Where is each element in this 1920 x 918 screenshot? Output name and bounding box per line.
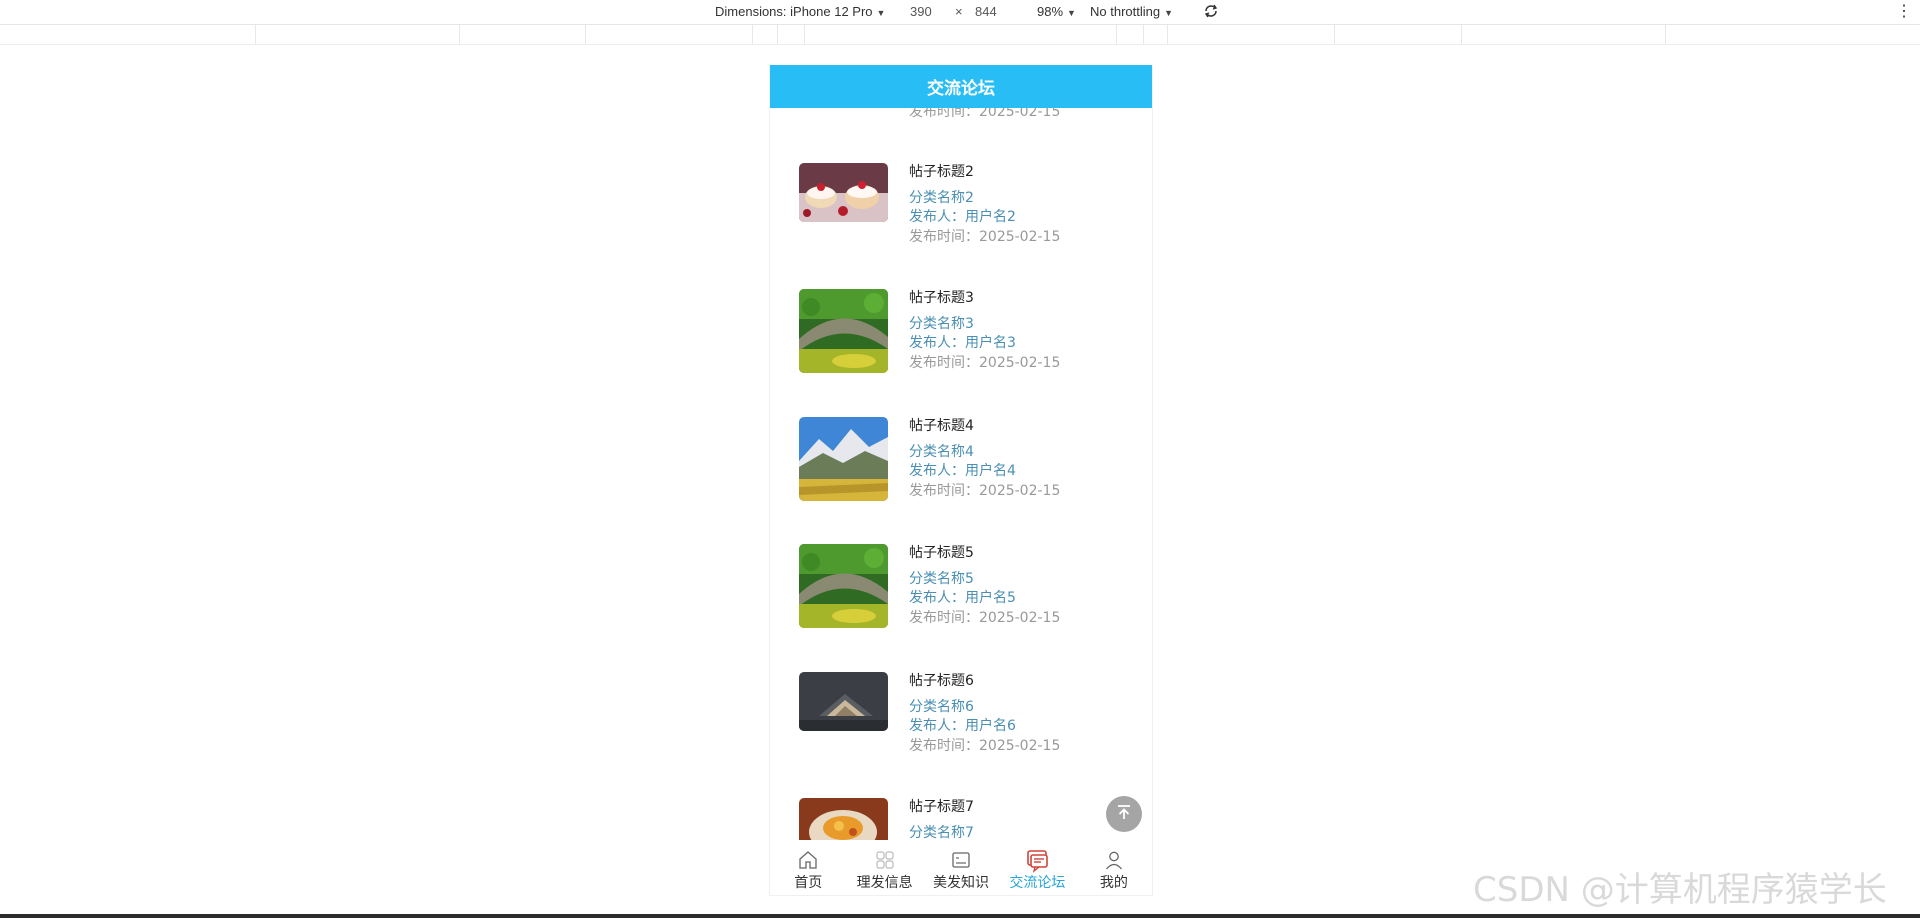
- post-thumbnail[interactable]: [799, 289, 888, 373]
- ruler-segment[interactable]: [459, 25, 460, 44]
- post-author: 发布人：用户名2: [909, 209, 1016, 225]
- post-title[interactable]: 帖子标题4: [909, 415, 974, 435]
- tab-home[interactable]: 首页: [770, 840, 846, 895]
- post-category: 分类名称2: [909, 190, 974, 206]
- post-time: 发布时间：2025-02-15: [909, 610, 1061, 626]
- tab-haircut-info[interactable]: 理发信息: [846, 840, 922, 895]
- page-title: 交流论坛: [927, 79, 995, 99]
- post-title[interactable]: 帖子标题3: [909, 287, 974, 307]
- devtools-toolbar: Dimensions: iPhone 12 Pro ▼ 390 × 844 98%…: [0, 0, 1920, 25]
- zoom-selector[interactable]: 98% ▼: [1037, 4, 1076, 19]
- post-author: 发布人：用户名5: [909, 590, 1016, 606]
- device-label: Dimensions: iPhone 12 Pro: [715, 4, 873, 19]
- post-author: 发布人：用户名3: [909, 335, 1016, 351]
- tab-label: 理发信息: [856, 875, 913, 891]
- times-sign: ×: [955, 4, 963, 19]
- tab-label: 我的: [1099, 875, 1128, 891]
- ruler-segment[interactable]: [752, 25, 753, 44]
- bottom-tab-bar: 首页 理发信息 美发知识 交流论坛 我的: [770, 840, 1152, 895]
- post-thumbnail[interactable]: [799, 544, 888, 628]
- chevron-down-icon: ▼: [1164, 8, 1174, 18]
- ruler-segment[interactable]: [1334, 25, 1335, 44]
- post-author: 发布人：用户名4: [909, 463, 1016, 479]
- post-category: 分类名称5: [909, 571, 974, 587]
- post-category: 分类名称7: [909, 825, 974, 841]
- ruler-segment[interactable]: [804, 25, 805, 44]
- post-item[interactable]: 帖子标题4 分类名称4 发布人：用户名4 发布时间：2025-02-15: [799, 417, 1139, 513]
- post-author: 发布人：用户名6: [909, 718, 1016, 734]
- tab-label: 美发知识: [933, 875, 990, 891]
- device-selector[interactable]: Dimensions: iPhone 12 Pro ▼: [715, 4, 885, 19]
- home-icon: [797, 849, 819, 871]
- chat-bubble-icon: [1026, 849, 1049, 873]
- picture-card-icon: [950, 849, 972, 871]
- window-bottom-edge: [0, 914, 1920, 918]
- post-time: 发布时间：2025-02-15: [909, 738, 1061, 754]
- tab-forum[interactable]: 交流论坛: [999, 840, 1075, 895]
- ruler-segment[interactable]: [585, 25, 586, 44]
- post-thumbnail[interactable]: [799, 672, 888, 731]
- post-category: 分类名称4: [909, 444, 974, 460]
- arrow-up-to-top-icon: [1115, 803, 1133, 825]
- ruler-segment[interactable]: [1665, 25, 1666, 44]
- height-input[interactable]: 844: [975, 4, 997, 19]
- post-time: 发布时间：2025-02-15: [909, 355, 1061, 371]
- post-item[interactable]: 帖子标题3 分类名称3 发布人：用户名3 发布时间：2025-02-15: [799, 289, 1139, 385]
- post-title[interactable]: 帖子标题7: [909, 796, 974, 816]
- ruler-segment[interactable]: [1116, 25, 1117, 44]
- post-category: 分类名称3: [909, 316, 974, 332]
- ruler-segment[interactable]: [1143, 25, 1144, 44]
- throttling-label: No throttling: [1090, 4, 1161, 19]
- tab-label: 交流论坛: [1009, 875, 1066, 891]
- post-title[interactable]: 帖子标题6: [909, 670, 974, 690]
- post-title[interactable]: 帖子标题5: [909, 542, 974, 562]
- ruler-segment[interactable]: [1167, 25, 1168, 44]
- throttling-selector[interactable]: No throttling ▼: [1090, 4, 1173, 19]
- post-item[interactable]: 帖子标题2 分类名称2 发布人：用户名2 发布时间：2025-02-15: [799, 163, 1139, 259]
- tab-mine[interactable]: 我的: [1076, 840, 1152, 895]
- chevron-down-icon: ▼: [1067, 8, 1076, 18]
- page-header: 交流论坛: [770, 65, 1152, 108]
- user-icon: [1103, 849, 1125, 871]
- media-query-ruler: [0, 25, 1920, 45]
- post-item[interactable]: 帖子标题5 分类名称5 发布人：用户名5 发布时间：2025-02-15: [799, 544, 1139, 640]
- zoom-label: 98%: [1037, 4, 1064, 19]
- ruler-segment[interactable]: [255, 25, 256, 44]
- post-item[interactable]: 帖子标题6 分类名称6 发布人：用户名6 发布时间：2025-02-15: [799, 672, 1139, 768]
- rotate-icon[interactable]: [1203, 3, 1219, 19]
- width-input[interactable]: 390: [910, 4, 932, 19]
- post-thumbnail[interactable]: [799, 417, 888, 501]
- back-to-top-button[interactable]: [1106, 796, 1142, 832]
- chevron-down-icon: ▼: [876, 8, 886, 18]
- post-time: 发布时间：2025-02-15: [909, 229, 1061, 245]
- post-category: 分类名称6: [909, 699, 974, 715]
- ruler-segment[interactable]: [1461, 25, 1462, 44]
- tab-hair-knowledge[interactable]: 美发知识: [923, 840, 999, 895]
- more-vertical-icon[interactable]: ⋮: [1896, 1, 1912, 21]
- grid-icon: [874, 849, 896, 871]
- watermark: CSDN @计算机程序猿学长: [1473, 870, 1887, 910]
- tab-label: 首页: [794, 875, 823, 891]
- ruler-segment[interactable]: [777, 25, 778, 44]
- phone-viewport: 交流论坛 发布时间：2025-02-15 帖子标题2 分类名称2 发布人：用户名…: [769, 65, 1153, 896]
- post-thumbnail[interactable]: [799, 163, 888, 222]
- post-title[interactable]: 帖子标题2: [909, 161, 974, 181]
- post-time: 发布时间：2025-02-15: [909, 483, 1061, 499]
